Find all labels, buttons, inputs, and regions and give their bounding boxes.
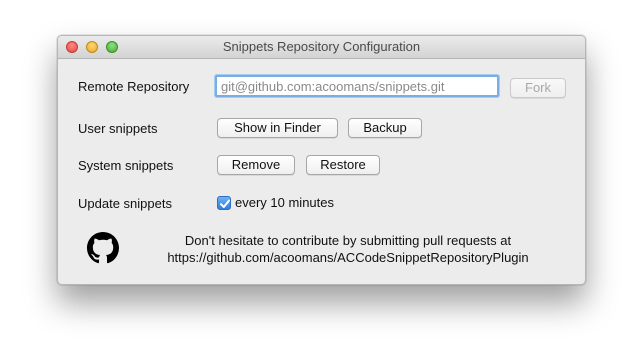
contribute-text: Don't hesitate to contribute by submitti… — [184, 233, 512, 248]
update-snippets-label: Update snippets — [78, 196, 172, 211]
window-title: Snippets Repository Configuration — [222, 39, 421, 54]
config-window: Snippets Repository Configuration Remote… — [57, 35, 586, 285]
update-checkbox-row[interactable]: every 10 minutes — [217, 195, 334, 210]
github-icon — [87, 232, 119, 264]
remote-repository-input[interactable] — [215, 75, 499, 97]
remove-button[interactable]: Remove — [217, 155, 295, 175]
checkmark-icon — [220, 199, 230, 208]
remote-repository-label: Remote Repository — [78, 79, 190, 94]
desktop-background: Snippets Repository Configuration Remote… — [0, 0, 642, 363]
user-snippets-label: User snippets — [78, 121, 158, 136]
backup-button[interactable]: Backup — [348, 118, 422, 138]
contribute-note: Don't hesitate to contribute by submitti… — [138, 232, 558, 266]
show-in-finder-button[interactable]: Show in Finder — [217, 118, 338, 138]
title-bar[interactable]: Snippets Repository Configuration — [58, 36, 585, 59]
repository-url-link[interactable]: https://github.com/acoomans/ACCodeSnippe… — [138, 249, 558, 266]
update-checkbox[interactable] — [217, 195, 231, 210]
restore-button[interactable]: Restore — [306, 155, 380, 175]
fork-button[interactable]: Fork — [510, 78, 566, 98]
update-interval-label: every 10 minutes — [235, 195, 334, 210]
system-snippets-label: System snippets — [78, 158, 174, 173]
